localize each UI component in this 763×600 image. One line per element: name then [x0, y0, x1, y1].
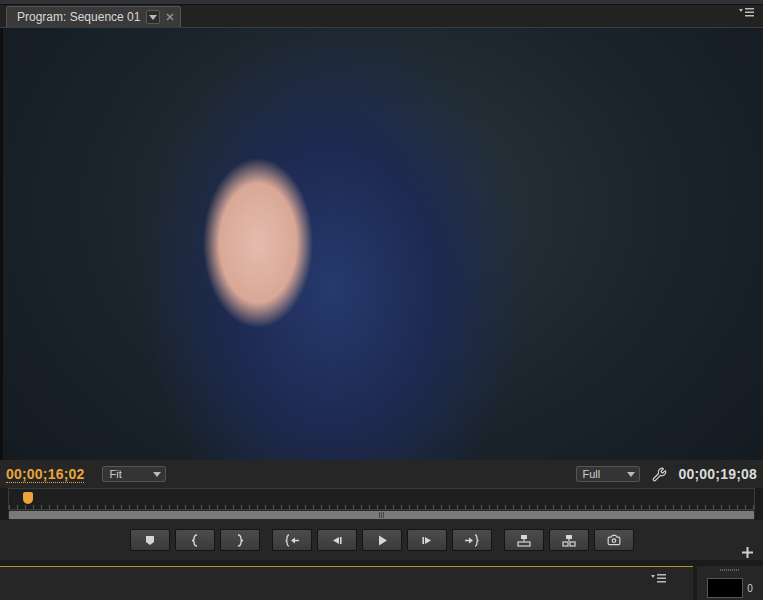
zoom-select[interactable]: Fit [102, 466, 166, 482]
grip-dots-icon [720, 568, 740, 572]
resolution-select[interactable]: Full [576, 466, 640, 482]
tab-dropdown[interactable] [146, 10, 160, 24]
time-ruler[interactable] [8, 488, 755, 510]
lift-icon [517, 534, 531, 547]
stepback-button[interactable] [317, 529, 357, 551]
bottom-area: 0 [0, 560, 763, 600]
lift-button[interactable] [504, 529, 544, 551]
panel-header: Program: Sequence 01 [0, 5, 763, 28]
export-button[interactable] [594, 529, 634, 551]
close-icon [166, 13, 174, 21]
markin-icon [188, 534, 202, 547]
monitor-controls: 00;00;16;02 Fit Full 00;00;19;08 [0, 460, 763, 488]
dropdown-arrow-icon [149, 15, 157, 20]
markout-icon [233, 534, 247, 547]
program-tab[interactable]: Program: Sequence 01 [6, 6, 181, 27]
markin-button[interactable] [175, 529, 215, 551]
panel-menu-icon [739, 7, 755, 17]
grip-icon [379, 512, 385, 518]
playhead[interactable] [23, 492, 33, 504]
button-group [504, 529, 634, 551]
monitor [0, 28, 763, 460]
play-button[interactable] [362, 529, 402, 551]
add-button[interactable] [742, 520, 753, 560]
wrench-icon[interactable] [652, 467, 667, 482]
button-group [130, 529, 260, 551]
panel-menu[interactable] [651, 569, 667, 587]
markout-button[interactable] [220, 529, 260, 551]
stepback-icon [330, 534, 344, 547]
stepforward-button[interactable] [407, 529, 447, 551]
audio-meter-panel: 0 [697, 566, 763, 600]
play-icon [375, 534, 389, 547]
meter-box [707, 578, 743, 598]
transport-bar [0, 520, 763, 560]
premiere-window: Program: Sequence 0100;00;16;02FitFull00… [0, 0, 763, 600]
goout-button[interactable] [452, 529, 492, 551]
panel-menu-icon [651, 573, 667, 583]
goin-icon [285, 534, 299, 547]
dropdown-arrow-icon [627, 472, 635, 477]
button-group [272, 529, 492, 551]
marker-button[interactable] [130, 529, 170, 551]
extract-button[interactable] [549, 529, 589, 551]
goin-button[interactable] [272, 529, 312, 551]
current-timecode[interactable]: 00;00;16;02 [6, 466, 84, 483]
stepforward-icon [420, 534, 434, 547]
extract-icon [562, 534, 576, 547]
tab-title: Program: Sequence 01 [17, 10, 140, 24]
panel-menu[interactable] [739, 3, 755, 27]
video-frame [3, 28, 763, 460]
lower-panel [0, 566, 693, 600]
meter-value: 0 [747, 583, 753, 594]
goout-icon [465, 534, 479, 547]
zoom-scrollbar[interactable] [8, 510, 755, 520]
dropdown-arrow-icon [153, 472, 161, 477]
duration-timecode: 00;00;19;08 [679, 466, 757, 482]
camera-icon [607, 533, 621, 547]
marker-icon [143, 534, 157, 547]
plus-icon [742, 547, 753, 558]
